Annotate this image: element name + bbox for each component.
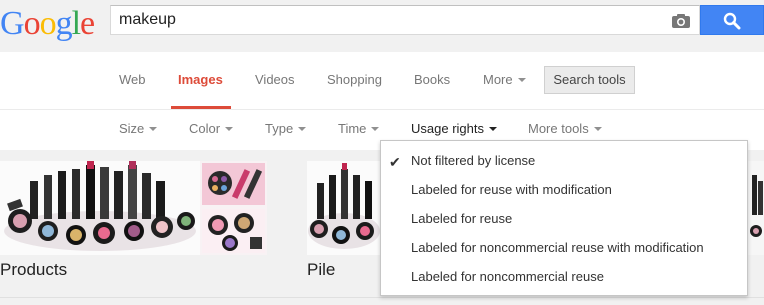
tool-more-tools[interactable]: More tools (528, 121, 602, 136)
search-icon (723, 12, 741, 30)
logo-letter: G (0, 5, 25, 42)
usage-option-noncommercial[interactable]: Labeled for noncommercial reuse (411, 269, 604, 284)
logo-letter: g (55, 5, 73, 42)
chevron-down-icon (225, 127, 234, 131)
search-nav: Web Images Videos Shopping Books More Se… (0, 52, 764, 110)
result-thumbnail[interactable] (307, 161, 381, 255)
tool-time-label: Time (338, 121, 367, 136)
tab-books[interactable]: Books (414, 72, 450, 87)
search-tools-button[interactable]: Search tools (544, 66, 635, 94)
tool-size[interactable]: Size (119, 121, 158, 136)
tool-usage-rights[interactable]: Usage rights (411, 121, 497, 136)
checkmark-icon: ✔ (389, 154, 401, 170)
logo-letter: e (80, 5, 95, 42)
result-label[interactable]: Products (0, 260, 67, 280)
makeup-image (748, 161, 764, 255)
usage-option-reuse-modification[interactable]: Labeled for reuse with modification (411, 182, 612, 197)
result-thumbnail[interactable] (0, 161, 200, 255)
tab-more[interactable]: More (483, 72, 526, 87)
tool-size-label: Size (119, 121, 145, 136)
active-tab-underline (171, 106, 231, 109)
tab-shopping[interactable]: Shopping (327, 72, 382, 87)
tool-type-label: Type (265, 121, 294, 136)
chevron-down-icon (149, 127, 158, 131)
chevron-down-icon (517, 78, 526, 82)
search-box (110, 5, 700, 35)
usage-option-noncommercial-modification[interactable]: Labeled for noncommercial reuse with mod… (411, 240, 704, 255)
result-thumbnail[interactable] (748, 161, 764, 255)
usage-option-not-filtered[interactable]: Not filtered by license (411, 153, 535, 168)
logo-letter: o (39, 5, 57, 42)
tool-color-label: Color (189, 121, 221, 136)
chevron-down-icon (488, 127, 497, 131)
camera-icon[interactable] (671, 13, 691, 29)
makeup-palette-image (200, 161, 267, 255)
tool-usage-rights-label: Usage rights (411, 121, 484, 136)
tab-images[interactable]: Images (178, 72, 223, 87)
makeup-pile-image (307, 161, 381, 255)
chevron-down-icon (298, 127, 307, 131)
search-button[interactable] (700, 5, 764, 35)
divider (0, 297, 764, 298)
tab-videos[interactable]: Videos (255, 72, 295, 87)
tool-color[interactable]: Color (189, 121, 234, 136)
google-logo[interactable]: Google (0, 4, 95, 44)
tab-web[interactable]: Web (119, 72, 146, 87)
tool-type[interactable]: Type (265, 121, 307, 136)
search-input[interactable] (119, 6, 659, 34)
makeup-products-image (0, 161, 200, 255)
top-bar: Google (0, 0, 764, 52)
tab-more-label: More (483, 72, 513, 87)
usage-option-reuse[interactable]: Labeled for reuse (411, 211, 512, 226)
tool-more-tools-label: More tools (528, 121, 589, 136)
chevron-down-icon (371, 127, 380, 131)
logo-letter: o (23, 5, 41, 42)
chevron-down-icon (593, 127, 602, 131)
logo-letter: l (71, 5, 82, 42)
result-thumbnail[interactable] (200, 161, 267, 255)
usage-rights-menu: ✔ Not filtered by license Labeled for re… (380, 140, 748, 296)
result-label[interactable]: Pile (307, 260, 335, 280)
tool-time[interactable]: Time (338, 121, 380, 136)
